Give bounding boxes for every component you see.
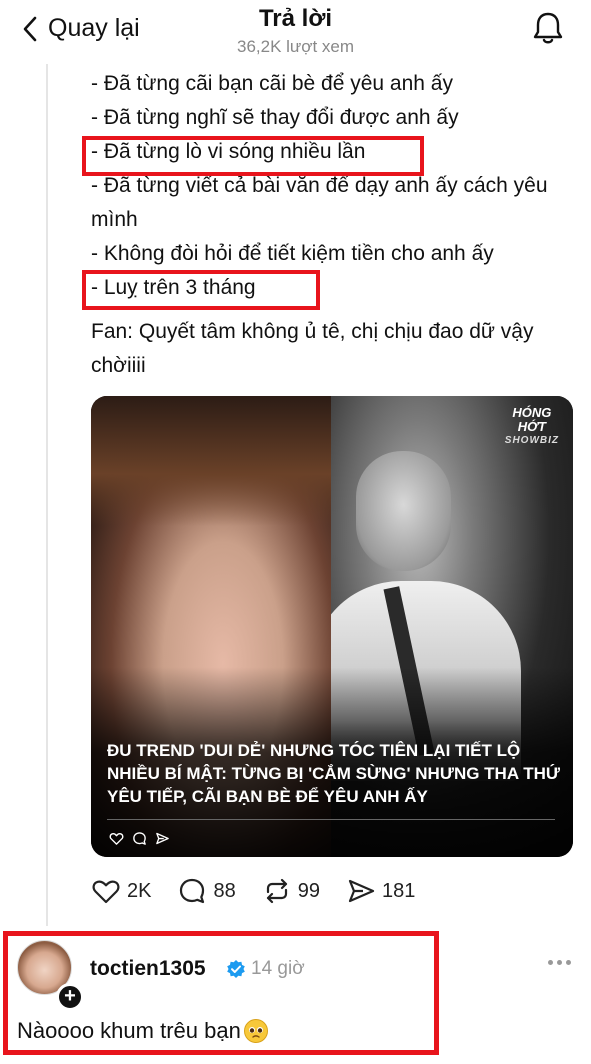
post-line: - Đã từng nghĩ sẽ thay đổi được anh ấy (91, 106, 459, 129)
fan-note: Fan: Quyết tâm không ủ tê, chị chịu đao … (91, 320, 534, 377)
brand-text: HÓNG (512, 405, 552, 420)
reply-text: Nàoooo khum trêu bạn (17, 1018, 241, 1043)
page-title: Trả lời (258, 5, 333, 32)
like-button[interactable]: 2K (91, 876, 151, 906)
comment-icon (180, 878, 205, 904)
highlight-box (82, 270, 320, 310)
comment-icon (133, 832, 146, 845)
figure-face (356, 451, 451, 571)
send-icon (348, 879, 375, 903)
pleading-face-emoji-icon (243, 1019, 268, 1043)
follow-plus-icon[interactable]: + (56, 983, 84, 1011)
action-bar: 2K 88 99 181 (91, 876, 441, 906)
more-options-icon[interactable] (548, 960, 571, 965)
photo-left-hair (91, 396, 331, 526)
post-image[interactable]: HÓNG HỚT SHOWBIZ ĐU TREND 'DUI DẺ' NHƯNG… (91, 396, 573, 857)
verified-badge-icon (227, 960, 245, 978)
share-count: 181 (381, 879, 416, 902)
bell-icon[interactable] (531, 10, 565, 46)
heart-icon (92, 880, 120, 904)
view-count: 36,2K lượt xem (236, 37, 355, 56)
post-line: - Đã từng viết cả bài văn để dạy anh ấy … (91, 174, 548, 231)
comment-count: 88 (213, 879, 236, 902)
title-block: Trả lời 36,2K lượt xem (0, 5, 591, 57)
post-body: - Đã từng cãi bạn cãi bè để yêu anh ấy -… (91, 67, 561, 383)
repost-count: 99 (297, 879, 320, 902)
repost-button[interactable]: 99 (262, 876, 320, 906)
repost-icon (266, 878, 287, 904)
image-icons (109, 831, 170, 846)
highlight-box (82, 136, 424, 176)
send-icon (156, 832, 169, 845)
share-button[interactable]: 181 (346, 876, 415, 906)
comment-button[interactable]: 88 (177, 876, 236, 906)
post-line: - Không đòi hỏi để tiết kiệm tiền cho an… (91, 242, 494, 265)
thread-line (46, 64, 48, 926)
reply-time: 14 giờ (251, 958, 305, 979)
divider (107, 819, 555, 820)
brand-text: SHOWBIZ (504, 435, 559, 446)
top-bar: Quay lại Trả lời 36,2K lượt xem (0, 0, 591, 62)
like-count: 2K (127, 879, 152, 902)
reply-username[interactable]: toctien1305 (90, 957, 206, 981)
reply-text-row: Nàoooo khum trêu bạn (17, 1018, 269, 1044)
post-line: - Đã từng cãi bạn cãi bè để yêu anh ấy (91, 72, 453, 95)
brand-text: HỚT (517, 419, 546, 434)
image-headline: ĐU TREND 'DUI DẺ' NHƯNG TÓC TIÊN LẠI TIẾ… (107, 741, 560, 806)
brand-logo: HÓNG HỚT SHOWBIZ (505, 406, 559, 448)
heart-icon (109, 833, 124, 845)
